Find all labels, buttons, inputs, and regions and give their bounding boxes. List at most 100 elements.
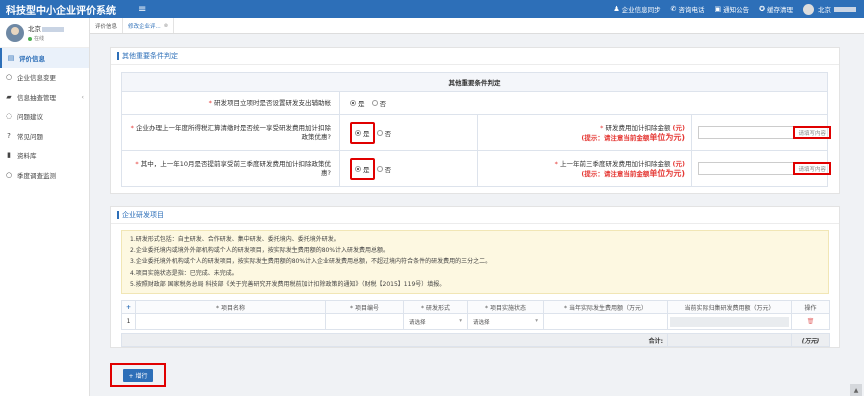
row-index: 1 — [121, 313, 136, 331]
rd-projects-panel: 企业研发项目 1.研发形式包括：自主研发、合作研发、集中研发、委托境内、委托境外… — [110, 206, 840, 349]
note-line: 5.按照财政部 国家税务总局 科技部《关于完善研究开发费用税前加计扣除政策的通知… — [130, 280, 446, 288]
radio-group: 是 否 — [339, 150, 478, 187]
menu-toggle-icon[interactable]: ≡ — [138, 4, 154, 15]
col-rd-form: * 研发形式 — [403, 300, 468, 315]
deduction-amount-input[interactable]: 请填写内容 — [698, 126, 831, 139]
sync-label: 企业信息同步 — [621, 6, 661, 14]
sidebar-item-suggestions[interactable]: ◌ 问题建议 — [0, 107, 89, 127]
question-label: * 研发项目立项时是否设置研发支出辅助帐 — [121, 91, 340, 115]
radio-checked-icon[interactable] — [355, 129, 361, 136]
online-dot-icon — [28, 36, 32, 41]
radio-yes[interactable]: 是 — [350, 98, 365, 108]
add-row-header-icon[interactable]: + — [121, 300, 136, 315]
projects-table: + * 项目名称 * 项目编号 * 研发形式 * 项目实施状态 * 当年实际发生… — [121, 300, 830, 348]
project-number-input[interactable] — [325, 313, 404, 331]
sidebar-item-spot-check[interactable]: ▰ 信息抽查管理 ‹ — [0, 87, 89, 107]
input-placeholder: 请填写内容 — [793, 126, 831, 139]
sum-unit: (万元) — [791, 333, 830, 348]
radio-unchecked-icon — [376, 129, 383, 136]
app-title: 科技型中小企业评价系统 — [6, 5, 116, 17]
user-avatar — [6, 23, 24, 42]
sidebar: 北京 在线 ▤ 评价信息 ○ 企业信息变更 ▰ 信息抽查管理 ‹ ◌ 问题建议 ? 常见问题… — [0, 18, 90, 396]
clipboard-icon: ▤ — [7, 53, 15, 62]
tab-evaluation[interactable]: 评价信息 — [90, 18, 124, 33]
notice-icon: ▣ — [714, 5, 722, 13]
instructions-note: 1.研发形式包括：自主研发、合作研发、集中研发、委托境内、委托境外研发。 2.企… — [121, 230, 829, 295]
sidebar-item-faq[interactable]: ? 常见问题 — [0, 126, 89, 146]
status-select[interactable]: 请选择 — [467, 313, 544, 331]
col-status: * 项目实施状态 — [467, 300, 544, 315]
project-name-input[interactable] — [135, 313, 326, 331]
scrollbar[interactable]: ▲ — [850, 34, 862, 396]
amount-label: * 研发费用加计扣除金额 (元) (提示：请注意当前金额单位为元) — [477, 114, 692, 151]
top-bar: 科技型中小企业评价系统 ≡ ♟ 企业信息同步 ✆ 咨询电话 ▣ 通知公告 ✪ 缓存清理 … — [0, 0, 864, 18]
add-row-button[interactable]: + 增行 — [122, 368, 154, 382]
section-title: 企业研发项目 — [111, 207, 839, 224]
sidebar-item-label: 常见问题 — [17, 132, 43, 141]
sidebar-item-label: 企业信息变更 — [17, 74, 56, 83]
tab-label: 评价信息 — [95, 23, 118, 30]
user-name: 北京 — [818, 6, 831, 14]
consult-phone-link[interactable]: ✆ 咨询电话 — [671, 4, 705, 14]
trash-icon: 🗑 — [806, 318, 815, 326]
rd-form-select[interactable]: 请选择 — [403, 313, 468, 331]
folder-icon: ▰ — [6, 92, 12, 101]
sidebar-item-label: 评价信息 — [19, 54, 45, 63]
sidebar-user-name: 北京 — [28, 25, 41, 33]
sidebar-item-evaluation[interactable]: ▤ 评价信息 — [0, 48, 89, 68]
sum-row: 合计: (万元) — [121, 333, 830, 348]
chevron-left-icon: ‹ — [81, 92, 84, 101]
blurred-name — [834, 6, 856, 12]
col-project-name: * 项目名称 — [135, 300, 326, 315]
q3-deduction-amount-input[interactable]: 请填写内容 — [698, 162, 831, 175]
user-menu[interactable]: 北京 — [803, 3, 856, 15]
radio-no[interactable]: 否 — [371, 98, 386, 108]
tab-label: 修改企业评... — [128, 23, 161, 30]
sidebar-item-label: 季度调查监测 — [17, 171, 56, 180]
collected-cost-readonly — [667, 313, 792, 331]
chat-icon: ◌ — [5, 112, 13, 121]
clear-cache-link[interactable]: ✪ 缓存清理 — [759, 4, 793, 14]
note-line: 2.企业委托境内或境外外部机构或个人的研发项目，按实际发生费用额的80%计入研发… — [130, 247, 390, 255]
conditions-panel: 其他重要条件判定 其他重要条件判定 * 研发项目立项时是否设置研发支出辅助帐 是… — [110, 47, 840, 194]
close-icon[interactable]: ⊗ — [164, 23, 168, 29]
note-line: 1.研发形式包括：自主研发、合作研发、集中研发、委托境内、委托境外研发。 — [130, 236, 340, 243]
note-line: 3.企业委托境外机构或个人的研发项目，按实际发生费用额的80%计入企业研发费用总… — [130, 258, 492, 266]
table-row: 1 请选择 请选择 🗑 — [121, 313, 830, 331]
conditions-table: 其他重要条件判定 * 研发项目立项时是否设置研发支出辅助帐 是 否 * 企业办理… — [121, 72, 831, 187]
user-sync-icon: ♟ — [613, 5, 620, 13]
table-header: 其他重要条件判定 — [121, 72, 828, 92]
sidebar-item-label: 问题建议 — [17, 113, 43, 122]
tab-edit-evaluation[interactable]: 修改企业评... ⊗ — [123, 18, 174, 33]
sidebar-item-library[interactable]: ▮ 资料库 — [0, 146, 89, 166]
delete-row-button[interactable]: 🗑 — [791, 313, 830, 331]
amount-cell: 请填写内容 — [691, 150, 831, 187]
sync-company-info-link[interactable]: ♟ 企业信息同步 — [613, 4, 660, 14]
circle-icon: ○ — [5, 170, 13, 179]
radio-checked-icon — [350, 100, 356, 106]
notice-link[interactable]: ▣ 通知公告 — [715, 4, 750, 14]
highlight-box: + 增行 — [110, 363, 166, 387]
sum-value — [667, 333, 792, 348]
radio-no[interactable]: 否 — [376, 164, 391, 174]
question-label: * 其中，上一年10月是否提前享受前三季度研发费用加计扣除政策优惠? — [121, 150, 340, 187]
tab-bar: 评价信息 修改企业评... ⊗ — [90, 18, 864, 34]
avatar — [803, 3, 814, 15]
sidebar-item-company-change[interactable]: ○ 企业信息变更 — [0, 68, 89, 88]
circle-icon: ○ — [5, 73, 13, 82]
sidebar-item-quarterly-survey[interactable]: ○ 季度调查监测 — [0, 165, 89, 185]
radio-checked-icon[interactable] — [355, 165, 361, 172]
question-icon: ? — [7, 131, 11, 140]
radio-unchecked-icon — [371, 100, 378, 106]
radio-no[interactable]: 否 — [376, 128, 391, 138]
actual-cost-input[interactable] — [543, 313, 668, 331]
user-status: 在线 — [34, 36, 45, 42]
note-line: 4.项目实施状态是指：已完成、未完成。 — [130, 269, 238, 277]
radio-group: 是 否 — [339, 114, 478, 151]
scroll-up-icon[interactable]: ▲ — [850, 384, 862, 396]
phone-label: 咨询电话 — [678, 6, 705, 14]
section-title: 其他重要条件判定 — [111, 48, 839, 65]
clean-label: 缓存清理 — [767, 6, 793, 14]
sidebar-item-label: 信息抽查管理 — [17, 93, 56, 102]
sum-label: 合计: — [543, 333, 668, 348]
